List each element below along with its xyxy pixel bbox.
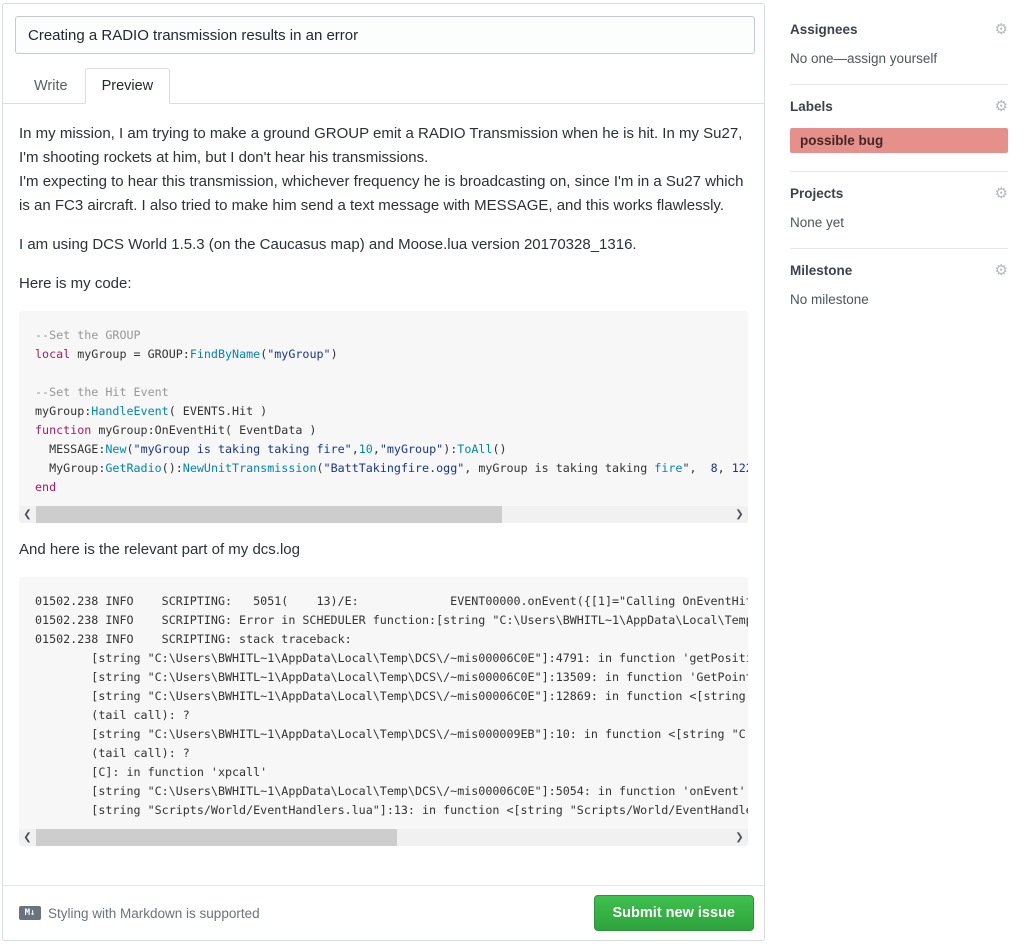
body-paragraph-1: In my mission, I am trying to make a gro…	[19, 122, 748, 218]
scroll-left-icon[interactable]: ❮	[19, 506, 36, 523]
markdown-note-text: Styling with Markdown is supported	[48, 906, 260, 921]
log-line: [string "Scripts/World/EventHandlers.lua…	[35, 801, 732, 820]
log-line: [C]: in function 'xpcall'	[35, 763, 732, 782]
markdown-icon: M↓	[19, 906, 41, 920]
code-line: MyGroup:GetRadio():NewUnitTransmission("…	[35, 459, 732, 478]
scroll-right-icon[interactable]: ❯	[731, 506, 748, 523]
code-line: MESSAGE:New("myGroup is taking taking fi…	[35, 440, 732, 459]
log-line: (tail call): ?	[35, 706, 732, 725]
projects-title[interactable]: Projects	[790, 186, 843, 201]
log-line: (tail call): ?	[35, 744, 732, 763]
sidebar-divider	[790, 171, 1008, 172]
code-line: function myGroup:OnEventHit( EventData )	[35, 421, 732, 440]
scrollbar-thumb[interactable]	[36, 506, 502, 523]
code-line	[35, 364, 732, 383]
submit-new-issue-button[interactable]: Submit new issue	[594, 895, 754, 931]
body-paragraph-2: I am using DCS World 1.5.3 (on the Cauca…	[19, 233, 748, 257]
sidebar-section-labels: Labels ⚙ possible bug	[790, 91, 1008, 169]
body-paragraph-3: Here is my code:	[19, 272, 748, 296]
issue-form-card: Write Preview In my mission, I am trying…	[2, 3, 765, 941]
label-possible-bug[interactable]: possible bug	[790, 128, 1008, 153]
preview-body: In my mission, I am trying to make a gro…	[3, 104, 764, 846]
labels-title[interactable]: Labels	[790, 99, 833, 114]
projects-value: None yet	[790, 215, 1008, 230]
sidebar-divider	[790, 248, 1008, 249]
scrollbar-track[interactable]	[36, 829, 731, 846]
lua-code-scrollbar[interactable]: ❮ ❯	[19, 506, 748, 523]
assignees-value[interactable]: No one—assign yourself	[790, 51, 1008, 66]
gear-icon[interactable]: ⚙	[995, 186, 1008, 201]
issue-sidebar: Assignees ⚙ No one—assign yourself Label…	[790, 14, 1008, 323]
tabs-bar: Write Preview	[3, 68, 764, 104]
gear-icon[interactable]: ⚙	[995, 99, 1008, 114]
log-line: [string "C:\Users\BWHITL~1\AppData\Local…	[35, 687, 732, 706]
code-line: local myGroup = GROUP:FindByName("myGrou…	[35, 345, 732, 364]
milestone-title[interactable]: Milestone	[790, 263, 852, 278]
scroll-right-icon[interactable]: ❯	[731, 829, 748, 846]
sidebar-section-projects: Projects ⚙ None yet	[790, 178, 1008, 246]
code-line: myGroup:HandleEvent( EVENTS.Hit )	[35, 402, 732, 421]
gear-icon[interactable]: ⚙	[995, 263, 1008, 278]
issue-title-input[interactable]	[15, 16, 755, 54]
scroll-left-icon[interactable]: ❮	[19, 829, 36, 846]
gear-icon[interactable]: ⚙	[995, 22, 1008, 37]
log-line: 01502.238 INFO SCRIPTING: stack tracebac…	[35, 630, 732, 649]
scrollbar-thumb[interactable]	[36, 829, 397, 846]
lua-code-block: --Set the GROUPlocal myGroup = GROUP:Fin…	[19, 311, 748, 523]
log-code-content: 01502.238 INFO SCRIPTING: 5051( 13)/E: E…	[19, 577, 748, 829]
form-footer: M↓ Styling with Markdown is supported Su…	[3, 885, 764, 940]
log-line: [string "C:\Users\BWHITL~1\AppData\Local…	[35, 668, 732, 687]
log-code-scrollbar[interactable]: ❮ ❯	[19, 829, 748, 846]
scrollbar-track[interactable]	[36, 506, 731, 523]
milestone-value: No milestone	[790, 292, 1008, 307]
log-line: 01502.238 INFO SCRIPTING: 5051( 13)/E: E…	[35, 592, 732, 611]
body-paragraph-1-line-2: I'm expecting to hear this transmission,…	[19, 173, 743, 214]
code-line: --Set the Hit Event	[35, 383, 732, 402]
code-line: end	[35, 478, 732, 497]
sidebar-section-milestone: Milestone ⚙ No milestone	[790, 255, 1008, 323]
log-line: [string "C:\Users\BWHITL~1\AppData\Local…	[35, 725, 732, 744]
body-paragraph-1-line-1: In my mission, I am trying to make a gro…	[19, 125, 742, 166]
code-line: --Set the GROUP	[35, 326, 732, 345]
log-code-block: 01502.238 INFO SCRIPTING: 5051( 13)/E: E…	[19, 577, 748, 846]
sidebar-section-assignees: Assignees ⚙ No one—assign yourself	[790, 14, 1008, 82]
lua-code-content: --Set the GROUPlocal myGroup = GROUP:Fin…	[19, 311, 748, 506]
log-line: 01502.238 INFO SCRIPTING: Error in SCHED…	[35, 611, 732, 630]
markdown-note[interactable]: M↓ Styling with Markdown is supported	[19, 906, 260, 921]
body-paragraph-4: And here is the relevant part of my dcs.…	[19, 538, 748, 562]
assignees-title[interactable]: Assignees	[790, 22, 858, 37]
title-row	[3, 4, 764, 54]
log-line: [string "C:\Users\BWHITL~1\AppData\Local…	[35, 649, 732, 668]
tab-preview[interactable]: Preview	[85, 68, 171, 104]
sidebar-divider	[790, 84, 1008, 85]
tab-write[interactable]: Write	[17, 68, 85, 104]
log-line: [string "C:\Users\BWHITL~1\AppData\Local…	[35, 782, 732, 801]
new-issue-page: Write Preview In my mission, I am trying…	[0, 0, 1025, 944]
